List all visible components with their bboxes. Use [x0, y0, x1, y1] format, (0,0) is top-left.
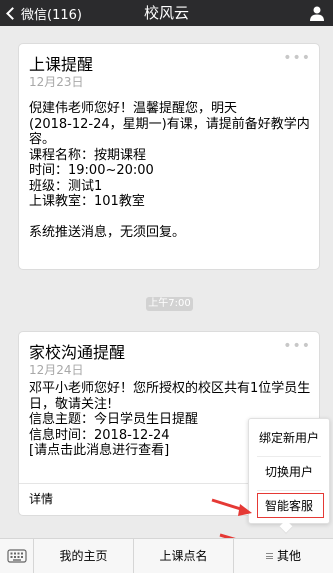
divider: [257, 456, 321, 457]
more-icon[interactable]: •••: [283, 338, 311, 354]
divider: [257, 490, 321, 491]
message-line: 容。: [29, 132, 56, 147]
tab-other-label: 其他: [276, 549, 301, 563]
message-date: 12月24日: [29, 363, 84, 377]
menu-item-switch-user[interactable]: 切换用户: [249, 464, 329, 480]
menu-item-bind-user[interactable]: 绑定新用户: [249, 430, 329, 446]
message-title: 家校沟通提醒: [29, 343, 126, 362]
popup-menu: 绑定新用户 切换用户 智能客服: [248, 418, 330, 524]
menu-item-smart-service[interactable]: 智能客服: [249, 498, 329, 514]
menu-icon: [265, 553, 273, 559]
user-icon[interactable]: [309, 5, 325, 21]
nav-bar: 微信(116) 校风云: [0, 0, 333, 26]
tab-my-home[interactable]: 我的主页: [34, 539, 134, 573]
message-line: 上课教室：101教室: [29, 194, 145, 209]
message-line: 日，敬请关注!: [29, 396, 113, 412]
message-date: 12月23日: [29, 75, 84, 89]
message-line: 邓平小老师您好！您所授权的校区共有1位学员生: [29, 381, 311, 396]
message-title: 上课提醒: [29, 55, 94, 74]
bottom-menu-bar: 我的主页 上课点名 其他: [0, 538, 333, 573]
timestamp-badge: 上午7:00: [146, 297, 193, 311]
message-line: 时间：19:00~20:00: [29, 163, 154, 178]
keyboard-icon: [7, 549, 27, 563]
tab-other[interactable]: 其他: [234, 539, 333, 573]
page-title: 校风云: [143, 4, 189, 22]
more-icon[interactable]: •••: [283, 50, 311, 66]
message-line: (2018-12-24，星期一)有课，请提前备好教学内: [29, 116, 310, 132]
message-line: 课程名称：按期课程: [29, 147, 147, 163]
message-line: 班级：测试1: [29, 178, 103, 194]
message-body: 倪建伟老师您好！温馨提醒您，明天 (2018-12-24，星期一)有课，请提前备…: [29, 101, 311, 241]
message-line: 系统推送消息，无须回复。: [29, 225, 186, 240]
annotation-arrow-icon: [211, 498, 252, 516]
keyboard-toggle-button[interactable]: [0, 539, 34, 573]
tab-roll-call[interactable]: 上课点名: [134, 539, 234, 573]
message-card[interactable]: 上课提醒 12月23日 ••• 倪建伟老师您好！温馨提醒您，明天 (2018-1…: [18, 43, 320, 270]
message-line: 倪建伟老师您好！温馨提醒您，明天: [29, 101, 238, 116]
detail-link[interactable]: 详情: [29, 492, 53, 507]
message-line: [29, 210, 311, 226]
